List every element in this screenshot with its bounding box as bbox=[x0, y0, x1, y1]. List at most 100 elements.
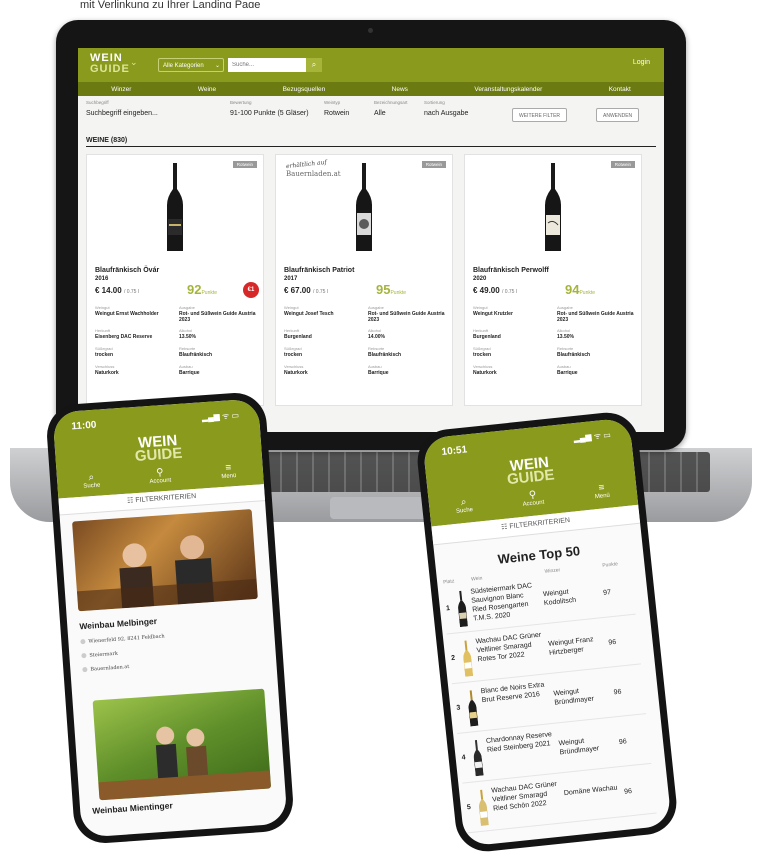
wine-name[interactable]: Blaufränkisch Övár bbox=[95, 267, 159, 274]
wine-price: € 49.00 / 0.75 l bbox=[473, 286, 517, 295]
search-input[interactable] bbox=[228, 58, 306, 72]
wine-points: 95Punkte bbox=[376, 282, 407, 297]
detail-ausgabe: Ausgabe Rot- und Süßwein Guide Austria 20… bbox=[368, 305, 445, 323]
bottle-icon bbox=[473, 739, 484, 777]
detail-herkunft: Herkunft Eisenberg DAC Reserve bbox=[95, 328, 153, 340]
filter-weintyp[interactable]: Weintyp Rotwein bbox=[324, 100, 349, 117]
nav-item-bezugsquellen[interactable]: Bezugsquellen bbox=[283, 86, 326, 93]
chevron-down-icon: ⌄ bbox=[214, 63, 220, 69]
wine-name[interactable]: Blaufränkisch Patriot bbox=[284, 267, 354, 274]
nav-item-weine[interactable]: Weine bbox=[198, 86, 216, 93]
wine-card[interactable]: erhältlich auf Bauernladen.at Rotwein Bl… bbox=[275, 154, 453, 406]
detail-herkunft: Herkunft Burgenland bbox=[473, 328, 501, 340]
camera-icon bbox=[368, 28, 373, 33]
nav-account[interactable]: ⚲ Account bbox=[512, 488, 554, 509]
filter-bar: Suchbegriff Suchbegriff eingeben... Bewer… bbox=[78, 96, 664, 130]
winery-name[interactable]: Weinbau Mientinger bbox=[92, 800, 173, 816]
wine-name[interactable]: Blaufränkisch Perwolff bbox=[473, 267, 549, 274]
nav-item-veranstaltungskalender[interactable]: Veranstaltungskalender bbox=[474, 86, 542, 93]
detail-alkohol: Alkohol 14.00% bbox=[368, 328, 385, 340]
wine-price: € 67.00 / 0.75 l bbox=[284, 286, 328, 295]
wine-card[interactable]: Rotwein Blaufränkisch Perwolff 2020 € 49… bbox=[464, 154, 642, 406]
phone-right-screen: 10:51 ▂▄▆ ᯤ ▭ WEIN GUIDE ⌕ Suche ⚲ Account … bbox=[422, 417, 672, 847]
filter-sortierung[interactable]: Sortierung nach Ausgabe bbox=[424, 100, 468, 117]
bottle-icon bbox=[458, 590, 468, 628]
winery-photo-people bbox=[76, 535, 258, 612]
detail-rebsorte: Rebsorte Blaufränkisch bbox=[368, 346, 402, 358]
detail-alkohol: Alkohol 13.50% bbox=[557, 328, 574, 340]
winery-region: Steiermark bbox=[81, 651, 118, 660]
more-filters-button[interactable]: WEITERE FILTER bbox=[512, 108, 568, 122]
results-count: WEINE (830) bbox=[86, 137, 128, 144]
filter-suchbegriff[interactable]: Suchbegriff Suchbegriff eingeben... bbox=[86, 100, 158, 117]
nav-menu[interactable]: ≡ Menü bbox=[208, 461, 249, 481]
detail-ausbau: Ausbau Barrique bbox=[557, 364, 578, 376]
wine-points: 92Punkte bbox=[187, 282, 218, 297]
status-icons: ▂▄▆ ᯤ ▭ bbox=[201, 410, 240, 423]
phone-left: 11:00 ▂▄▆ ᯤ ▭ WEIN GUIDE ⌕ Suche ⚲ Account … bbox=[44, 390, 296, 846]
wine-bottle-image bbox=[167, 163, 183, 251]
login-link[interactable]: Login bbox=[633, 59, 650, 66]
site-logo[interactable]: WEIN GUIDE bbox=[90, 53, 130, 75]
detail-suessegrad: Süßegrad trocken bbox=[284, 346, 303, 358]
column-header-wein: Wein bbox=[470, 575, 483, 583]
detail-weingut: Weingut Weingut Josef Tesch bbox=[284, 305, 334, 317]
location-icon bbox=[80, 638, 86, 645]
bottle-icon bbox=[468, 690, 479, 727]
winery-shop[interactable]: Bauernladen.at bbox=[82, 664, 130, 673]
detail-alkohol: Alkohol 13.50% bbox=[179, 328, 196, 340]
column-header-winzer: Winzer bbox=[544, 567, 561, 575]
chevron-down-icon[interactable]: ⌄ bbox=[130, 57, 138, 68]
wine-year: 2016 bbox=[95, 276, 109, 282]
winery-name[interactable]: Weinbau Melbinger bbox=[79, 616, 157, 631]
shop-name: Bauernladen.at bbox=[286, 170, 341, 178]
nav-search[interactable]: ⌕ Suche bbox=[71, 471, 112, 491]
nav-item-winzer[interactable]: Winzer bbox=[111, 86, 131, 93]
nav-item-news[interactable]: News bbox=[392, 86, 408, 93]
detail-verschluss: Verschluss Naturkork bbox=[284, 364, 308, 376]
type-badge: Rotwein bbox=[232, 161, 257, 168]
winery-address: Wienerfeld 92, 8241 Feldbach bbox=[80, 633, 165, 645]
column-header-platz: Platz bbox=[442, 578, 455, 586]
filter-bezeichnungsart[interactable]: Bezeichnungsart Alle bbox=[374, 100, 408, 117]
winery-photo[interactable] bbox=[72, 509, 258, 612]
detail-rebsorte: Rebsorte Blaufränkisch bbox=[179, 346, 213, 358]
nav-item-kontakt[interactable]: Kontakt bbox=[609, 86, 631, 93]
apply-button[interactable]: ANWENDEN bbox=[596, 108, 640, 122]
detail-herkunft: Herkunft Burgenland bbox=[284, 328, 312, 340]
wine-year: 2020 bbox=[473, 276, 487, 282]
nav-search[interactable]: ⌕ Suche bbox=[443, 495, 485, 516]
status-icons: ▂▄▆ ᯤ ▭ bbox=[573, 430, 612, 444]
nav-menu[interactable]: ≡ Menü bbox=[581, 480, 623, 501]
column-header-punkte: Punkte bbox=[602, 561, 619, 569]
filter-bewertung[interactable]: Bewertung 91-100 Punkte (5 Gläser) bbox=[230, 100, 309, 117]
vineyard-photo-people bbox=[98, 726, 272, 801]
status-time: 10:51 bbox=[441, 444, 468, 458]
type-badge: Rotwein bbox=[421, 161, 446, 168]
detail-suessegrad: Süßegrad trocken bbox=[95, 346, 114, 358]
caption: mit Verlinkung zu Ihrer Landing Page bbox=[80, 0, 261, 8]
laptop-screen: WEINGUIDE ⌄ Alle Kategorien⌄ ⌕ Login Win… bbox=[78, 48, 664, 432]
vineyard-photo[interactable] bbox=[92, 688, 272, 801]
nav-account[interactable]: ⚲ Account bbox=[139, 466, 180, 486]
phone-right: 10:51 ▂▄▆ ᯤ ▭ WEIN GUIDE ⌕ Suche ⚲ Account … bbox=[414, 409, 680, 854]
detail-ausgabe: Ausgabe Rot- und Süßwein Guide Austria 20… bbox=[179, 305, 256, 323]
type-badge: Rotwein bbox=[610, 161, 635, 168]
shop-tagline: erhältlich auf bbox=[285, 158, 328, 171]
laptop: WEINGUIDE ⌄ Alle Kategorien⌄ ⌕ Login Win… bbox=[56, 20, 686, 450]
detail-rebsorte: Rebsorte Blaufränkisch bbox=[557, 346, 591, 358]
bottle-icon bbox=[463, 640, 474, 677]
wine-points: 94Punkte bbox=[565, 282, 596, 297]
phone-left-screen: 11:00 ▂▄▆ ᯤ ▭ WEIN GUIDE ⌕ Suche ⚲ Account … bbox=[52, 398, 288, 838]
wine-card[interactable]: Rotwein Blaufränkisch Övár 2016 € 14.00 … bbox=[86, 154, 264, 406]
detail-weingut: Weingut Weingut Krutzler bbox=[473, 305, 513, 317]
wine-bottle-image bbox=[356, 163, 372, 251]
detail-suessegrad: Süßegrad trocken bbox=[473, 346, 492, 358]
wine-bottle-image bbox=[545, 163, 561, 251]
search-icon[interactable]: ⌕ bbox=[306, 58, 322, 72]
detail-ausbau: Ausbau Barrique bbox=[368, 364, 389, 376]
category-select[interactable]: Alle Kategorien ⌄ bbox=[158, 58, 224, 72]
detail-ausgabe: Ausgabe Rot- und Süßwein Guide Austria 20… bbox=[557, 305, 634, 323]
divider bbox=[86, 146, 656, 147]
app-header: 11:00 ▂▄▆ ᯤ ▭ WEIN GUIDE ⌕ Suche ⚲ Account … bbox=[52, 398, 264, 499]
